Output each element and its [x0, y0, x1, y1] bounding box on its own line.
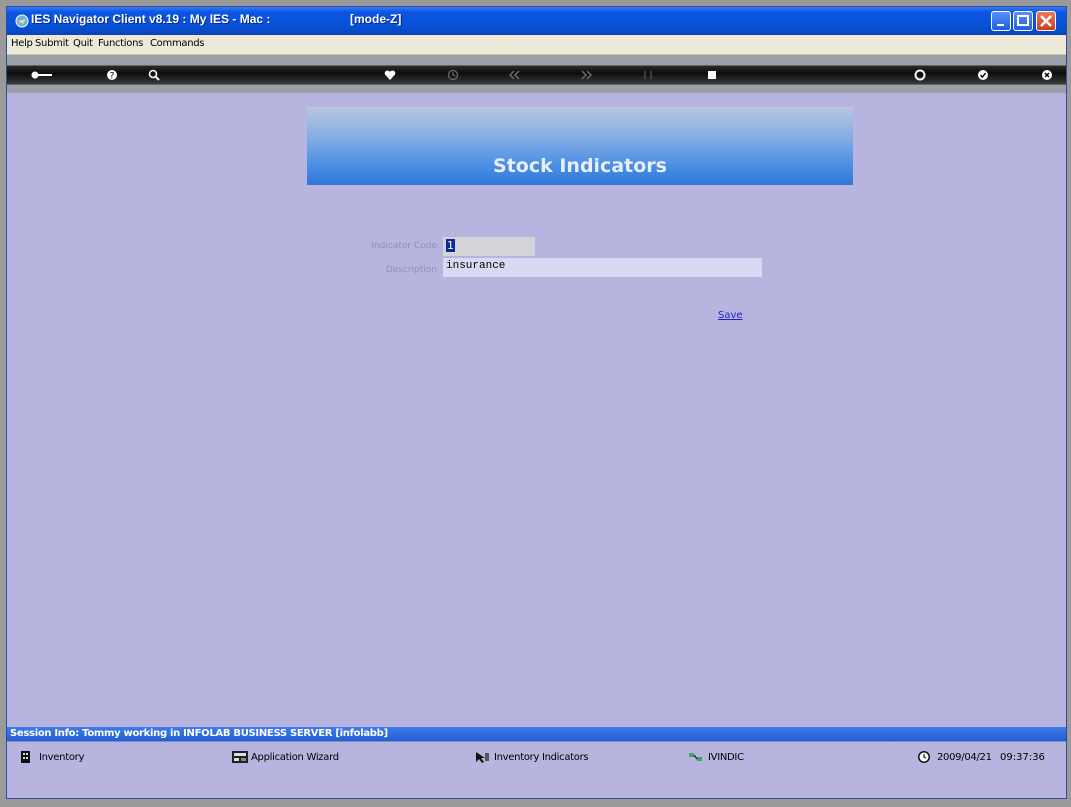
menu-quit[interactable]: Quit [73, 38, 93, 49]
window-title: IES Navigator Client v8.19 : My IES - Ma… [31, 12, 271, 26]
key-icon[interactable] [29, 66, 55, 84]
status-time: 09:37:36 [1000, 752, 1045, 763]
indicator-code-field[interactable]: 1 [443, 237, 535, 256]
task-application-wizard-label: Application Wizard [251, 752, 339, 763]
toolbar-band: ? [7, 65, 1066, 85]
menu-commands[interactable]: Commands [150, 38, 205, 49]
close-icon [1040, 15, 1052, 27]
close-icon[interactable] [1037, 66, 1057, 84]
check-icon[interactable] [973, 66, 993, 84]
network-icon [689, 753, 702, 761]
menu-help[interactable]: Help [11, 38, 33, 49]
task-ivindic-label: IVINDIC [708, 752, 744, 763]
ring-icon[interactable] [910, 66, 930, 84]
indicator-code-label: Indicator Code [371, 241, 437, 251]
sort-icon[interactable] [638, 66, 658, 84]
description-field[interactable]: insurance [443, 258, 762, 277]
app-window: IES Navigator Client v8.19 : My IES - Ma… [6, 6, 1067, 799]
session-info-text: Session Info: Tommy working in INFOLAB B… [10, 728, 388, 739]
session-info-bar: Session Info: Tommy working in INFOLAB B… [7, 727, 1066, 741]
form-header-banner: Stock Indicators [307, 107, 853, 185]
minimize-button[interactable] [991, 11, 1011, 31]
minimize-icon [997, 24, 1004, 26]
maximize-icon [1017, 15, 1029, 26]
main-content: Stock Indicators Indicator Code 1 Descri… [7, 93, 1066, 727]
svg-text:?: ? [110, 72, 115, 82]
task-inventory-indicators-label: Inventory Indicators [494, 752, 589, 763]
pointer-icon [476, 752, 489, 763]
toolbar: ? [7, 55, 1066, 93]
title-bar[interactable]: IES Navigator Client v8.19 : My IES - Ma… [7, 7, 1066, 35]
search-icon[interactable] [144, 66, 164, 84]
fast-forward-icon[interactable] [576, 66, 596, 84]
building-icon [21, 751, 30, 763]
taskbar: Inventory Application Wizard Inventory I… [7, 741, 1066, 798]
status-date-value: 2009/04/21 [937, 752, 992, 763]
clock-icon[interactable] [443, 66, 463, 84]
clock-icon [918, 751, 930, 763]
description-label: Description [385, 265, 437, 275]
page-title: Stock Indicators [493, 155, 667, 177]
close-window-button[interactable] [1036, 11, 1056, 31]
maximize-button[interactable] [1013, 11, 1033, 31]
wizard-icon [232, 751, 248, 763]
menu-functions[interactable]: Functions [98, 38, 143, 49]
indicator-code-value: 1 [446, 239, 455, 252]
help-icon[interactable]: ? [102, 66, 122, 84]
description-value: insurance [446, 260, 506, 272]
heart-icon[interactable] [380, 66, 400, 84]
menu-bar: Help Submit Quit Functions Commands [7, 35, 1066, 55]
save-link[interactable]: Save [718, 310, 743, 321]
rewind-icon[interactable] [505, 66, 525, 84]
menu-submit[interactable]: Submit [35, 38, 69, 49]
mode-indicator: [mode-Z] [350, 12, 402, 26]
app-icon [15, 14, 29, 28]
task-inventory-label: Inventory [39, 752, 85, 763]
stop-icon[interactable] [702, 66, 722, 84]
